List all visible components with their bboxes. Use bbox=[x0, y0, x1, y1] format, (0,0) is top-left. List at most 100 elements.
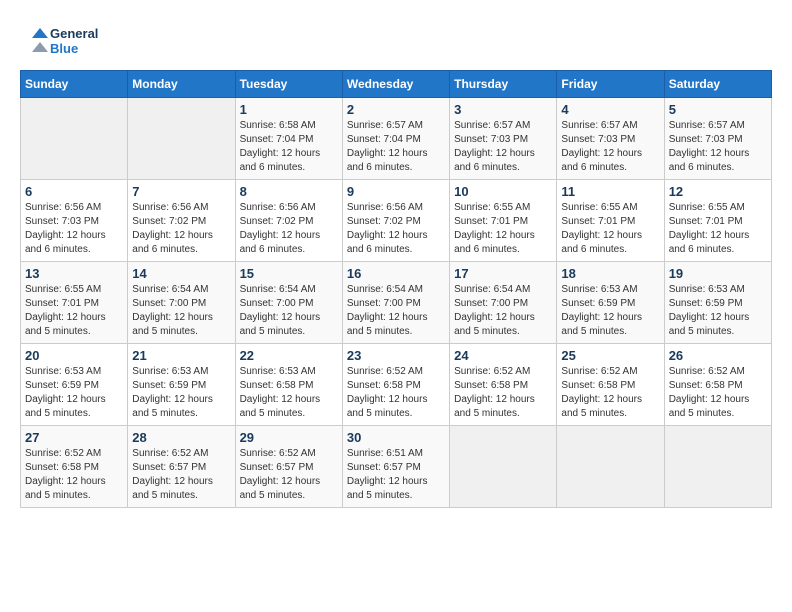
day-info-line: and 5 minutes. bbox=[561, 408, 627, 419]
calendar-cell: 10Sunrise: 6:55 AMSunset: 7:01 PMDayligh… bbox=[450, 180, 557, 262]
day-info-line: Sunset: 6:58 PM bbox=[454, 380, 528, 391]
day-info-line: Daylight: 12 hours bbox=[25, 230, 106, 241]
day-info-line: and 6 minutes. bbox=[132, 244, 198, 255]
calendar-cell bbox=[664, 426, 771, 508]
day-info: Sunrise: 6:52 AMSunset: 6:57 PMDaylight:… bbox=[132, 447, 230, 503]
day-info-line: Daylight: 12 hours bbox=[240, 312, 321, 323]
calendar-cell: 29Sunrise: 6:52 AMSunset: 6:57 PMDayligh… bbox=[235, 426, 342, 508]
calendar-cell: 8Sunrise: 6:56 AMSunset: 7:02 PMDaylight… bbox=[235, 180, 342, 262]
day-info-line: Sunset: 6:58 PM bbox=[25, 462, 99, 473]
day-info-line: and 6 minutes. bbox=[25, 244, 91, 255]
day-info: Sunrise: 6:56 AMSunset: 7:02 PMDaylight:… bbox=[347, 201, 445, 257]
day-info-line: Sunset: 7:03 PM bbox=[561, 134, 635, 145]
day-info-line: Sunrise: 6:56 AM bbox=[132, 202, 208, 213]
day-info-line: Daylight: 12 hours bbox=[132, 230, 213, 241]
day-info-line: Sunrise: 6:58 AM bbox=[240, 120, 316, 131]
day-info: Sunrise: 6:51 AMSunset: 6:57 PMDaylight:… bbox=[347, 447, 445, 503]
logo: General Blue bbox=[20, 20, 110, 60]
day-number: 15 bbox=[240, 266, 338, 281]
day-info: Sunrise: 6:57 AMSunset: 7:03 PMDaylight:… bbox=[454, 119, 552, 175]
calendar-cell: 18Sunrise: 6:53 AMSunset: 6:59 PMDayligh… bbox=[557, 262, 664, 344]
calendar-cell: 21Sunrise: 6:53 AMSunset: 6:59 PMDayligh… bbox=[128, 344, 235, 426]
day-info: Sunrise: 6:56 AMSunset: 7:03 PMDaylight:… bbox=[25, 201, 123, 257]
day-info-line: Daylight: 12 hours bbox=[669, 230, 750, 241]
day-info-line: Sunset: 7:03 PM bbox=[669, 134, 743, 145]
day-info-line: Sunrise: 6:57 AM bbox=[561, 120, 637, 131]
day-info: Sunrise: 6:55 AMSunset: 7:01 PMDaylight:… bbox=[25, 283, 123, 339]
day-number: 30 bbox=[347, 430, 445, 445]
day-info-line: Daylight: 12 hours bbox=[669, 148, 750, 159]
day-info-line: Sunset: 6:59 PM bbox=[669, 298, 743, 309]
day-number: 2 bbox=[347, 102, 445, 117]
calendar-cell: 22Sunrise: 6:53 AMSunset: 6:58 PMDayligh… bbox=[235, 344, 342, 426]
day-info-line: Daylight: 12 hours bbox=[25, 312, 106, 323]
calendar-week-1: 1 Sunrise: 6:58 AM Sunset: 7:04 PM Daylight… bbox=[21, 98, 772, 180]
day-info-line: Sunset: 6:57 PM bbox=[240, 462, 314, 473]
day-info: Sunrise: 6:55 AMSunset: 7:01 PMDaylight:… bbox=[669, 201, 767, 257]
day-info: Sunrise: 6:54 AM Sunset: 7:00 PM Daylight:… bbox=[132, 283, 230, 339]
day-info-line: and 5 minutes. bbox=[240, 490, 306, 501]
day-info-line: Sunset: 6:59 PM bbox=[25, 380, 99, 391]
day-info-line: Sunrise: 6:54 AM bbox=[132, 284, 208, 295]
day-number: 11 bbox=[561, 184, 659, 199]
calendar-cell: 16Sunrise: 6:54 AMSunset: 7:00 PMDayligh… bbox=[342, 262, 449, 344]
day-number: 24 bbox=[454, 348, 552, 363]
day-info-line: Sunrise: 6:54 AM bbox=[240, 284, 316, 295]
day-info-line: Daylight: 12 hours bbox=[347, 394, 428, 405]
col-header-tuesday: Tuesday bbox=[235, 71, 342, 98]
day-info-line: Daylight: 12 hours bbox=[132, 312, 213, 323]
day-info: Sunrise: 6:52 AM Sunset: 6:58 PM Daylight:… bbox=[561, 365, 659, 421]
day-number: 17 bbox=[454, 266, 552, 281]
day-info-line: and 5 minutes. bbox=[347, 490, 413, 501]
day-info-line: and 5 minutes. bbox=[132, 326, 198, 337]
day-number: 12 bbox=[669, 184, 767, 199]
day-info-line: Sunset: 6:58 PM bbox=[240, 380, 314, 391]
day-info: Sunrise: 6:57 AMSunset: 7:03 PMDaylight:… bbox=[669, 119, 767, 175]
day-info-line: and 6 minutes. bbox=[669, 162, 735, 173]
day-info-line: Daylight: 12 hours bbox=[561, 394, 642, 405]
day-info: Sunrise: 6:52 AMSunset: 6:58 PMDaylight:… bbox=[347, 365, 445, 421]
day-info: Sunrise: 6:57 AMSunset: 7:03 PMDaylight:… bbox=[561, 119, 659, 175]
day-info-line: and 5 minutes. bbox=[347, 408, 413, 419]
calendar-week-5: 27Sunrise: 6:52 AMSunset: 6:58 PMDayligh… bbox=[21, 426, 772, 508]
day-info-line: and 6 minutes. bbox=[454, 244, 520, 255]
day-number: 9 bbox=[347, 184, 445, 199]
day-info-line: Sunset: 7:02 PM bbox=[240, 216, 314, 227]
calendar-cell bbox=[557, 426, 664, 508]
day-info-line: Sunrise: 6:53 AM bbox=[25, 366, 101, 377]
day-info-line: and 6 minutes. bbox=[240, 162, 306, 173]
calendar-cell: 4Sunrise: 6:57 AMSunset: 7:03 PMDaylight… bbox=[557, 98, 664, 180]
day-info: Sunrise: 6:54 AMSunset: 7:00 PMDaylight:… bbox=[240, 283, 338, 339]
day-info-line: Sunset: 7:01 PM bbox=[561, 216, 635, 227]
day-info-line: Daylight: 12 hours bbox=[347, 148, 428, 159]
day-info-line: Sunrise: 6:52 AM bbox=[240, 448, 316, 459]
day-info: Sunrise: 6:53 AM Sunset: 6:59 PM Daylight:… bbox=[25, 365, 123, 421]
day-info-line: Sunrise: 6:54 AM bbox=[347, 284, 423, 295]
day-info-line: Sunrise: 6:52 AM bbox=[561, 366, 637, 377]
calendar-cell bbox=[128, 98, 235, 180]
day-info-line: and 5 minutes. bbox=[25, 490, 91, 501]
calendar-cell: 3Sunrise: 6:57 AMSunset: 7:03 PMDaylight… bbox=[450, 98, 557, 180]
day-info-line: Daylight: 12 hours bbox=[25, 394, 106, 405]
calendar-week-4: 20Sunrise: 6:53 AMSunset: 6:59 PMDayligh… bbox=[21, 344, 772, 426]
day-info-line: Sunrise: 6:56 AM bbox=[347, 202, 423, 213]
day-info: Sunrise: 6:52 AMSunset: 6:58 PMDaylight:… bbox=[25, 447, 123, 503]
day-info-line: Sunrise: 6:53 AM bbox=[669, 284, 745, 295]
day-number: 6 bbox=[25, 184, 123, 199]
day-info-line: Daylight: 12 hours bbox=[25, 476, 106, 487]
day-number: 1 bbox=[240, 102, 338, 117]
day-info: Sunrise: 6:57 AMSunset: 7:04 PMDaylight:… bbox=[347, 119, 445, 175]
day-info-line: Daylight: 12 hours bbox=[454, 148, 535, 159]
day-info-line: Sunset: 6:57 PM bbox=[347, 462, 421, 473]
day-info-line: Sunset: 6:58 PM bbox=[669, 380, 743, 391]
day-info-line: Sunrise: 6:55 AM bbox=[25, 284, 101, 295]
logo-svg: General Blue bbox=[20, 20, 110, 60]
calendar-cell: 12 Sunrise: 6:55 AMSunset: 7:01 PMDayligh… bbox=[664, 180, 771, 262]
day-info-line: Sunset: 7:04 PM bbox=[347, 134, 421, 145]
day-info-line: Daylight: 12 hours bbox=[240, 394, 321, 405]
day-info-line: Sunset: 6:58 PM bbox=[561, 380, 635, 391]
day-info: Sunrise: 6:53 AMSunset: 6:59 PMDaylight:… bbox=[669, 283, 767, 339]
day-info: Sunrise: 6:56 AMSunset: 7:02 PMDaylight:… bbox=[132, 201, 230, 257]
day-info-line: Sunset: 7:00 PM bbox=[132, 298, 206, 309]
calendar-cell: 15 Sunrise: 6:54 AMSunset: 7:00 PMDayligh… bbox=[235, 262, 342, 344]
